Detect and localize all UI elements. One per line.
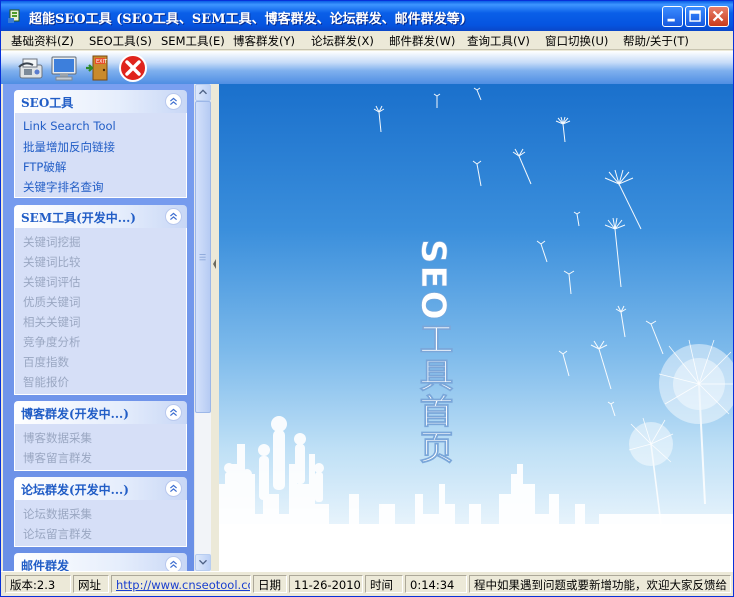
group-title: SEO工具 [21, 96, 74, 110]
group-header[interactable]: 博客群发(开发中...) [14, 401, 187, 424]
group-title: 博客群发(开发中...) [21, 407, 129, 421]
menu-sem-tools[interactable]: SEM工具(E) [161, 33, 225, 49]
status-version: 版本:2.3 [5, 575, 71, 593]
status-url-label: 网址 [73, 575, 109, 593]
status-marquee: 程中如果遇到问题或要新增功能，欢迎大家反馈给 [469, 575, 731, 593]
left-nav-panel: SEO工具 Link Search Tool 批量增加反向链接 FTP破解 关键… [3, 84, 194, 571]
collapse-chevron-icon[interactable] [165, 480, 182, 497]
menu-query-tools[interactable]: 查询工具(V) [467, 33, 530, 49]
group-title: 论坛群发(开发中...) [21, 483, 129, 497]
grip-icon [199, 254, 206, 261]
close-icon [712, 10, 724, 22]
group-blog-post: 博客群发(开发中...) 博客数据采集 博客留言群发 [14, 401, 187, 471]
nav-quality-keywords[interactable]: 优质关键词 [23, 294, 81, 310]
panel-splitter[interactable] [211, 84, 219, 571]
dandelion-flower [629, 344, 733, 525]
splitter-arrow-icon [213, 259, 216, 269]
menu-basic-data[interactable]: 基础资料(Z) [11, 33, 74, 49]
scroll-down-button[interactable] [195, 554, 211, 571]
status-time: 0:14:34 [405, 575, 467, 593]
status-date: 11-26-2010 [289, 575, 363, 593]
collapse-chevron-icon[interactable] [165, 404, 182, 421]
banner-title: SEO工具首页 [413, 239, 454, 466]
banner-title-text: SEO工具首页 [413, 239, 453, 466]
nav-blog-comment-post[interactable]: 博客留言群发 [23, 450, 92, 466]
menu-seo-tools[interactable]: SEO工具(S) [89, 33, 152, 49]
close-red-icon[interactable] [118, 53, 148, 83]
group-header[interactable]: 论坛群发(开发中...) [14, 477, 187, 500]
status-bar: 版本:2.3 网址 http://www.cnseotool.com 日期 11… [1, 571, 733, 596]
minimize-button[interactable] [662, 6, 683, 27]
nav-baidu-index[interactable]: 百度指数 [23, 354, 69, 370]
main-content: SEO工具首页 [219, 84, 733, 571]
nav-forum-comment-post[interactable]: 论坛留言群发 [23, 526, 92, 542]
monitor-icon[interactable] [49, 53, 79, 83]
menu-forum-post[interactable]: 论坛群发(X) [311, 33, 374, 49]
nav-smart-quote[interactable]: 智能报价 [23, 374, 69, 390]
status-date-label: 日期 [253, 575, 287, 593]
group-sem-tools: SEM工具(开发中...) 关键词挖掘 关键词比较 关键词评估 优质关键词 相关… [14, 205, 187, 395]
collapse-chevron-icon[interactable] [165, 93, 182, 110]
group-body: 关键词挖掘 关键词比较 关键词评估 优质关键词 相关关键词 竞争度分析 百度指数… [14, 228, 187, 395]
group-title: SEM工具(开发中...) [21, 211, 136, 225]
svg-text:EXIT: EXIT [96, 59, 108, 65]
arrow-up-icon [199, 89, 207, 95]
group-body: Link Search Tool 批量增加反向链接 FTP破解 关键字排名查询 [14, 113, 187, 198]
exit-door-icon[interactable]: EXIT [83, 53, 113, 83]
app-window: 超能SEO工具 (SEO工具、SEM工具、博客群发、论坛群发、邮件群发等) 基础… [0, 0, 734, 597]
arrow-down-icon [199, 559, 207, 565]
scroll-thumb[interactable] [195, 101, 211, 413]
nav-keyword-mining[interactable]: 关键词挖掘 [23, 234, 81, 250]
group-header[interactable]: SEM工具(开发中...) [14, 205, 187, 228]
maximize-button[interactable] [685, 6, 706, 27]
nav-link-search-tool[interactable]: Link Search Tool [23, 119, 116, 133]
menu-email-send[interactable]: 邮件群发(W) [389, 33, 455, 49]
sidebar-scrollbar[interactable] [194, 84, 211, 571]
collapse-chevron-icon[interactable] [165, 208, 182, 225]
menu-blog-post[interactable]: 博客群发(Y) [233, 33, 295, 49]
app-icon [8, 9, 20, 23]
nav-competition-analysis[interactable]: 竞争度分析 [23, 334, 81, 350]
window-title: 超能SEO工具 (SEO工具、SEM工具、博客群发、论坛群发、邮件群发等) [29, 12, 466, 27]
nav-related-keywords[interactable]: 相关关键词 [23, 314, 81, 330]
nav-keyword-compare[interactable]: 关键词比较 [23, 254, 81, 270]
close-button[interactable] [708, 6, 729, 27]
group-email-send: 邮件群发 [14, 553, 187, 571]
group-body: 论坛数据采集 论坛留言群发 [14, 500, 187, 547]
scroll-up-button[interactable] [195, 84, 211, 101]
group-title: 邮件群发 [21, 559, 70, 571]
group-seo-tools: SEO工具 Link Search Tool 批量增加反向链接 FTP破解 关键… [14, 90, 187, 198]
nav-ftp-crack[interactable]: FTP破解 [23, 159, 66, 175]
nav-add-backlinks[interactable]: 批量增加反向链接 [23, 139, 115, 155]
group-body: 博客数据采集 博客留言群发 [14, 424, 187, 471]
nav-blog-data-collect[interactable]: 博客数据采集 [23, 430, 92, 446]
dandelion-background: SEO工具首页 [219, 87, 733, 571]
nav-keyword-evaluate[interactable]: 关键词评估 [23, 274, 81, 290]
group-header[interactable]: SEO工具 [14, 90, 187, 113]
toolbar: EXIT [1, 51, 733, 84]
title-bar[interactable]: 超能SEO工具 (SEO工具、SEM工具、博客群发、论坛群发、邮件群发等) [1, 1, 733, 31]
menu-help-about[interactable]: 帮助/关于(T) [623, 33, 689, 49]
menu-window-switch[interactable]: 窗口切换(U) [545, 33, 608, 49]
menu-bar: 基础资料(Z) SEO工具(S) SEM工具(E) 博客群发(Y) 论坛群发(X… [1, 31, 733, 50]
nav-forum-data-collect[interactable]: 论坛数据采集 [23, 506, 92, 522]
status-time-label: 时间 [365, 575, 403, 593]
status-url-link[interactable]: http://www.cnseotool.com [111, 575, 251, 593]
maximize-icon [689, 10, 701, 22]
nav-keyword-rank-query[interactable]: 关键字排名查询 [23, 179, 104, 195]
phone-fax-icon[interactable] [17, 53, 47, 83]
group-header[interactable]: 邮件群发 [14, 553, 187, 571]
minimize-icon [667, 18, 675, 22]
collapse-chevron-icon[interactable] [165, 556, 182, 571]
group-forum-post: 论坛群发(开发中...) 论坛数据采集 论坛留言群发 [14, 477, 187, 547]
